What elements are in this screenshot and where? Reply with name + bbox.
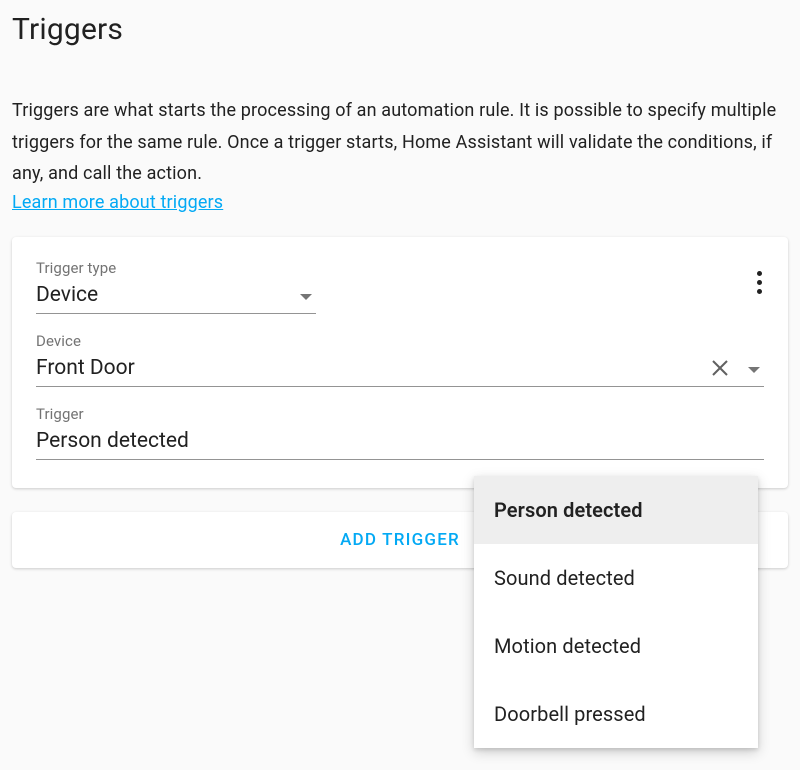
trigger-select[interactable]: Person detected — [36, 427, 764, 460]
device-value: Front Door — [36, 354, 764, 386]
overflow-menu-button[interactable] — [753, 267, 766, 298]
dropdown-option[interactable]: Motion detected — [474, 612, 758, 680]
close-icon[interactable] — [710, 358, 730, 384]
dropdown-option[interactable]: Sound detected — [474, 544, 758, 612]
device-field: Device Front Door — [36, 332, 764, 387]
trigger-type-select[interactable]: Device — [36, 281, 316, 314]
trigger-card: Trigger type Device Device Front Door Tr… — [12, 237, 788, 488]
trigger-field: Trigger Person detected — [36, 405, 764, 460]
trigger-type-label: Trigger type — [36, 259, 764, 277]
device-label: Device — [36, 332, 764, 350]
dropdown-option[interactable]: Doorbell pressed — [474, 680, 758, 748]
intro-text: Triggers are what starts the processing … — [12, 71, 788, 192]
chevron-down-icon — [748, 367, 760, 373]
trigger-type-field: Trigger type Device — [36, 259, 764, 314]
page-title: Triggers — [12, 0, 788, 71]
trigger-label: Trigger — [36, 405, 764, 423]
trigger-type-value: Device — [36, 281, 316, 313]
chevron-down-icon — [300, 294, 312, 300]
trigger-value: Person detected — [36, 427, 764, 459]
trigger-dropdown-menu: Person detected Sound detected Motion de… — [474, 476, 758, 748]
dropdown-option[interactable]: Person detected — [474, 476, 758, 544]
learn-more-link[interactable]: Learn more about triggers — [12, 192, 223, 213]
device-select[interactable]: Front Door — [36, 354, 764, 387]
